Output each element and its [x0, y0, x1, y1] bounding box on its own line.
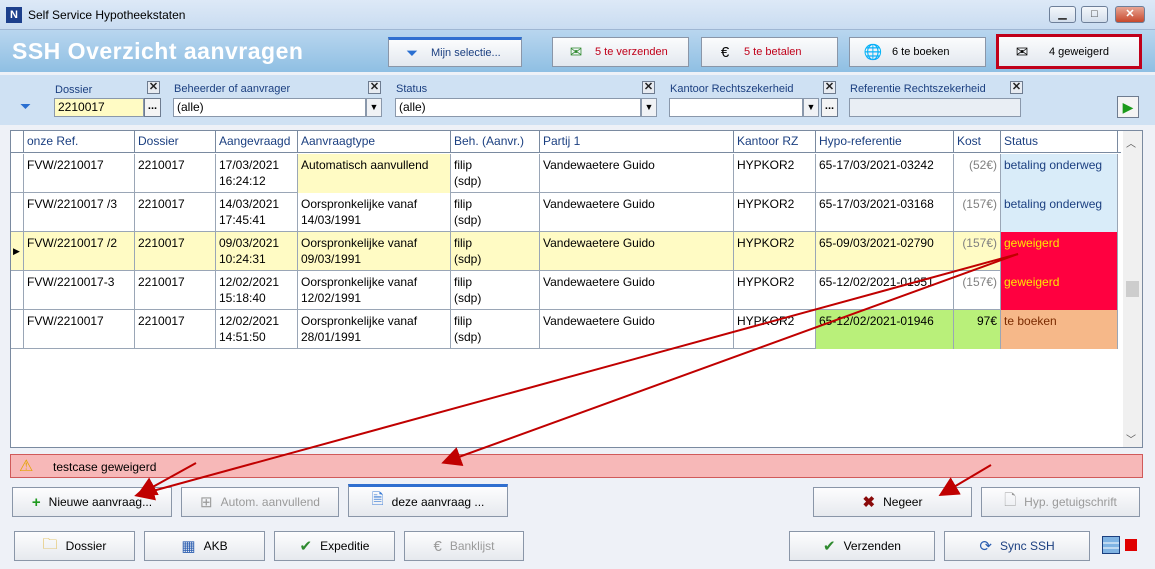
arrow-new-request — [136, 462, 197, 496]
arrow-to-new-request — [134, 253, 1019, 501]
arrow-ignore — [938, 464, 992, 497]
arrow-to-message — [441, 253, 1019, 466]
annotation-arrows — [134, 253, 1019, 501]
